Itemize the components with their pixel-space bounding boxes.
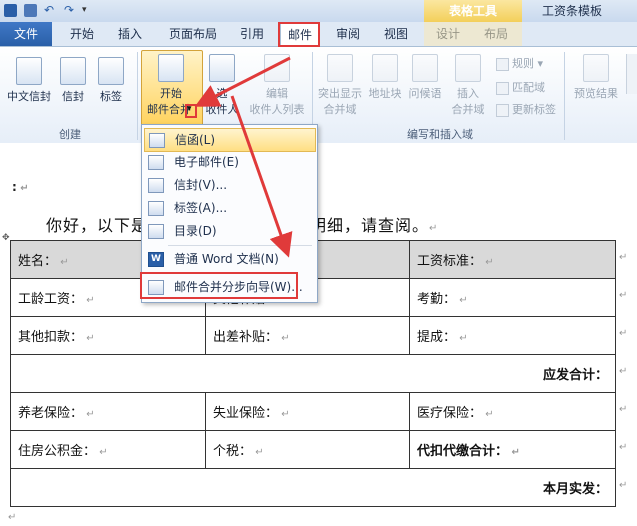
tab-page-layout[interactable]: 页面布局: [158, 22, 228, 46]
greeting-line-icon: [412, 54, 438, 82]
table-cell[interactable]: 考勤： ↵: [409, 278, 616, 317]
document-end-mark: ↵: [8, 512, 17, 523]
table-cell[interactable]: 失业保险： ↵: [205, 392, 410, 431]
insert-merge-field-button[interactable]: 插入 合并域: [446, 54, 490, 117]
tab-home[interactable]: 开始: [60, 22, 104, 46]
group-separator: [137, 52, 138, 140]
menu-separator: [168, 245, 312, 246]
mailings-tab-highlight-box: [278, 22, 320, 47]
preview-results-button[interactable]: 预览结果: [570, 54, 622, 101]
menu-item-letters[interactable]: 信函(L): [144, 128, 316, 152]
table-cell[interactable]: 住房公积金： ↵: [10, 430, 206, 469]
row-end-mark: ↵: [619, 366, 628, 377]
preview-results-icon: [583, 54, 609, 82]
group-label-create: 创建: [59, 128, 81, 141]
rules-button[interactable]: 规则 ▾: [496, 56, 543, 72]
table-tools-tab-band: [424, 22, 522, 46]
envelope-button[interactable]: 信封: [56, 57, 90, 104]
labels-button[interactable]: 标签: [94, 57, 128, 104]
group-separator: [564, 52, 565, 140]
directory-icon: [148, 224, 164, 239]
table-row: 本月实发：: [10, 468, 616, 507]
letter-icon: [149, 133, 165, 148]
row-end-mark: ↵: [619, 404, 628, 415]
insert-merge-field-icon: [455, 54, 481, 82]
select-recipients-button[interactable]: 选 收件人: [200, 54, 244, 117]
table-cell[interactable]: 代扣代缴合计： ↵: [409, 430, 616, 469]
table-cell[interactable]: 医疗保险： ↵: [409, 392, 616, 431]
email-icon: [148, 155, 164, 170]
highlight-merge-fields-button[interactable]: 突出显示 合并域: [316, 54, 364, 117]
tab-insert[interactable]: 插入: [108, 22, 152, 46]
chinese-envelope-button[interactable]: 中文信封: [4, 57, 54, 104]
envelope-icon: [60, 57, 86, 85]
row-end-mark: ↵: [619, 328, 628, 339]
table-cell[interactable]: 出差补贴： ↵: [205, 316, 410, 355]
customize-qat-icon[interactable]: ▾: [82, 4, 95, 17]
table-row: 住房公积金： ↵ 个税： ↵ 代扣代缴合计： ↵: [10, 430, 616, 469]
menu-item-envelopes[interactable]: 信封(V)...: [144, 174, 314, 196]
tab-view[interactable]: 视图: [376, 22, 416, 46]
table-cell[interactable]: 应发合计：: [10, 354, 616, 393]
start-mail-merge-dropdown-arrow[interactable]: ▾: [185, 104, 197, 118]
row-end-mark: ↵: [619, 442, 628, 453]
update-labels-button[interactable]: 更新标签: [496, 102, 556, 118]
tab-file[interactable]: 文件: [0, 22, 52, 46]
match-fields-button[interactable]: 匹配域: [496, 80, 545, 96]
row-end-mark: ↵: [619, 480, 628, 491]
menu-item-directory[interactable]: 目录(D): [144, 220, 314, 242]
table-cell[interactable]: 养老保险： ↵: [10, 392, 206, 431]
highlight-merge-fields-icon: [327, 54, 353, 82]
save-icon[interactable]: [24, 4, 37, 17]
row-end-mark: ↵: [619, 290, 628, 301]
redo-icon[interactable]: ↷: [64, 4, 77, 17]
table-cell[interactable]: 本月实发：: [10, 468, 616, 507]
chinese-envelope-icon: [16, 57, 42, 85]
update-labels-icon: [496, 103, 509, 117]
table-move-handle-icon[interactable]: ✥: [2, 233, 10, 243]
group-label-write-insert: 编写和插入域: [407, 128, 473, 141]
address-block-icon: [372, 54, 398, 82]
table-cell[interactable]: 其他扣款： ↵: [10, 316, 206, 355]
table-row: 养老保险： ↵ 失业保险： ↵ 医疗保险： ↵: [10, 392, 616, 431]
table-row: 其他扣款： ↵ 出差补贴： ↵ 提成： ↵: [10, 316, 616, 355]
select-recipients-icon: [209, 54, 235, 82]
label-icon: [148, 201, 164, 216]
address-block-button[interactable]: 地址块: [366, 54, 404, 101]
edit-recipients-button[interactable]: 编辑 收件人列表: [246, 54, 308, 117]
start-mail-merge-icon: [158, 54, 184, 82]
paragraph-mark: : ↵: [12, 180, 29, 194]
menu-item-labels[interactable]: 标签(A)...: [144, 197, 314, 219]
edit-recipients-icon: [264, 54, 290, 82]
menu-item-email[interactable]: 电子邮件(E): [144, 151, 314, 173]
table-row: 应发合计：: [10, 354, 616, 393]
table-tools-context-label: 表格工具: [424, 0, 522, 22]
envelope-icon: [148, 178, 164, 193]
tab-review[interactable]: 审阅: [328, 22, 368, 46]
ribbon-overflow[interactable]: [626, 54, 637, 94]
tab-references[interactable]: 引用: [232, 22, 272, 46]
labels-icon: [98, 57, 124, 85]
table-cell[interactable]: 工资标准： ↵: [409, 240, 616, 279]
match-fields-icon: [496, 81, 509, 95]
row-end-mark: ↵: [619, 252, 628, 263]
undo-icon[interactable]: ↶: [44, 4, 57, 17]
table-cell[interactable]: 个税： ↵: [205, 430, 410, 469]
document-title: 工资条模板2.docx: [542, 4, 603, 40]
table-cell[interactable]: 提成： ↵: [409, 316, 616, 355]
word-document-icon: W: [148, 252, 164, 267]
word-icon[interactable]: [4, 4, 17, 17]
rules-icon: [496, 57, 509, 71]
wizard-highlight-box: [140, 272, 298, 299]
greeting-line-button[interactable]: 问候语: [406, 54, 444, 101]
menu-item-normal-word-document[interactable]: W 普通 Word 文档(N): [144, 248, 314, 270]
